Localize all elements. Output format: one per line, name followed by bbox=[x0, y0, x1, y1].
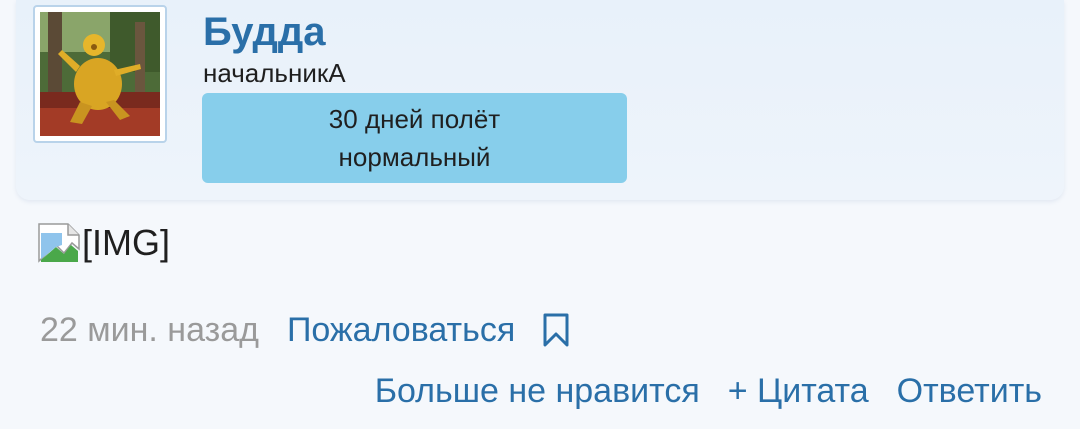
post-actions: Больше не нравится + Цитата Ответить bbox=[375, 366, 1042, 416]
quote-button[interactable]: + Цитата bbox=[728, 372, 869, 411]
post-meta: 22 мин. назад Пожаловаться bbox=[40, 305, 571, 355]
image-placeholder-text: [IMG] bbox=[82, 222, 170, 263]
forum-post: Будда начальникА 30 дней полёт нормальны… bbox=[0, 0, 1080, 429]
user-rank-badge: 30 дней полёт нормальный bbox=[202, 93, 627, 183]
avatar[interactable] bbox=[33, 5, 167, 143]
report-link[interactable]: Пожаловаться bbox=[287, 311, 515, 350]
broken-image-icon bbox=[38, 223, 80, 263]
reply-button[interactable]: Ответить bbox=[897, 372, 1042, 411]
badge-line-2: нормальный bbox=[338, 142, 491, 172]
avatar-image bbox=[40, 12, 160, 136]
post-content: [IMG] bbox=[38, 218, 170, 268]
bookmark-icon[interactable] bbox=[541, 313, 571, 347]
unlike-button[interactable]: Больше не нравится bbox=[375, 372, 700, 411]
user-card: Будда начальникА 30 дней полёт нормальны… bbox=[16, 0, 1064, 200]
user-title: начальникА bbox=[203, 58, 346, 88]
post-timestamp[interactable]: 22 мин. назад bbox=[40, 311, 259, 350]
badge-line-1: 30 дней полёт bbox=[328, 104, 501, 134]
username[interactable]: Будда bbox=[203, 6, 326, 58]
